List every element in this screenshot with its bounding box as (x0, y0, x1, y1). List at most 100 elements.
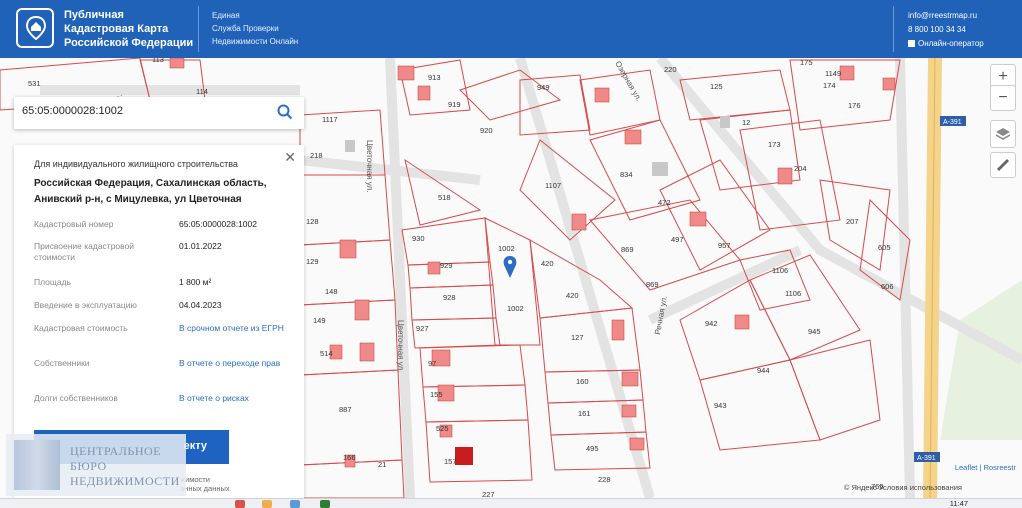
svg-text:944: 944 (757, 366, 770, 375)
svg-text:869: 869 (646, 280, 659, 289)
svg-text:148: 148 (325, 287, 338, 296)
svg-text:114: 114 (196, 87, 208, 96)
layers-icon (995, 128, 1011, 140)
watermark-logo: ЦЕНТРАЛЬНОЕ БЮРО НЕДВИЖИМОСТИ (6, 434, 186, 496)
app-icon[interactable] (235, 500, 245, 508)
svg-text:127: 127 (571, 333, 584, 342)
attribution-text[interactable]: Leaflet | Rosreestr (955, 463, 1016, 472)
svg-text:Цветочная ул.: Цветочная ул. (365, 140, 374, 192)
svg-text:420: 420 (541, 259, 554, 268)
svg-text:945: 945 (808, 327, 821, 336)
svg-text:218: 218 (310, 151, 323, 160)
svg-text:129: 129 (306, 257, 319, 266)
parcel-address: Российская Федерация, Сахалинская област… (34, 178, 267, 205)
footnote-line: жимости (180, 475, 210, 484)
svg-text:207: 207 (846, 217, 859, 226)
svg-text:149: 149 (313, 316, 326, 325)
egrn-report-link[interactable]: В срочном отчете из ЕГРН (179, 323, 299, 334)
ruler-button[interactable] (990, 152, 1016, 178)
email-link[interactable]: info@rreestrmap.ru (908, 9, 984, 23)
svg-text:1106: 1106 (785, 289, 801, 298)
logo-icon[interactable] (16, 8, 54, 48)
svg-text:Озерная ул.: Озерная ул. (613, 60, 643, 103)
service-title: Единая Служба Проверки Недвижимости Онла… (212, 9, 298, 48)
app-icon[interactable] (320, 500, 330, 508)
svg-text:204: 204 (794, 164, 807, 173)
svg-text:887: 887 (339, 405, 352, 414)
svg-text:495: 495 (586, 444, 599, 453)
svg-text:155: 155 (430, 390, 443, 399)
svg-text:157: 157 (444, 457, 457, 466)
svg-text:472: 472 (658, 198, 671, 207)
svg-text:1106: 1106 (772, 266, 788, 275)
svg-text:514: 514 (320, 349, 333, 358)
ruler-icon (996, 158, 1010, 172)
svg-text:97: 97 (428, 359, 436, 368)
svg-text:Цветочная ул.: Цветочная ул. (396, 320, 405, 372)
svg-text:1149: 1149 (825, 69, 841, 78)
svg-text:928: 928 (443, 293, 456, 302)
svg-text:227: 227 (482, 490, 495, 498)
footnote-line: анных данных (180, 484, 230, 493)
svg-text:228: 228 (598, 475, 611, 484)
brand-line: Кадастровая Карта (64, 23, 169, 35)
svg-text:173: 173 (768, 140, 781, 149)
svg-text:919: 919 (448, 100, 461, 109)
building-icon (14, 440, 60, 490)
svg-text:176: 176 (848, 101, 861, 110)
location-marker-icon[interactable] (503, 256, 517, 278)
risk-report-link[interactable]: В отчете о рисках (179, 393, 299, 404)
row-value: 1 800 м² (179, 277, 212, 287)
phone-link[interactable]: 8 800 100 34 34 (908, 23, 984, 37)
layers-button[interactable] (990, 120, 1016, 148)
svg-text:1107: 1107 (545, 181, 561, 190)
svg-text:942: 942 (705, 319, 718, 328)
svg-text:21: 21 (378, 460, 386, 469)
browser-icon[interactable] (290, 500, 300, 508)
svg-text:605: 605 (878, 243, 891, 252)
close-icon[interactable]: ✕ (284, 149, 296, 166)
online-operator-link[interactable]: Онлайн-оператор (908, 37, 984, 51)
site-header: Публичная Кадастровая Карта Российской Ф… (0, 0, 1022, 58)
service-line: Единая (212, 11, 240, 20)
watermark-line: БЮРО (70, 459, 107, 473)
map-attribution[interactable]: Leaflet | Rosreestr (955, 463, 1016, 472)
svg-text:943: 943 (714, 401, 727, 410)
svg-text:125: 125 (710, 82, 723, 91)
parcel-purpose: Для индивидуального жилищного строительс… (34, 159, 238, 169)
svg-text:А-391: А-391 (943, 119, 962, 126)
row-label: Кадастровый номер (34, 219, 114, 229)
svg-text:1002: 1002 (498, 244, 515, 253)
svg-text:606: 606 (881, 282, 894, 291)
brand-line: Российской Федерации (64, 37, 194, 49)
svg-text:113: 113 (152, 58, 164, 64)
row-label: Введение в эксплуатацию (34, 300, 137, 310)
svg-text:957: 957 (718, 241, 731, 250)
footnote: жимости анных данных (180, 475, 230, 493)
row-label: Площадь (34, 277, 72, 287)
clock[interactable]: 11:47 (950, 499, 968, 508)
zoom-out-button[interactable]: − (990, 85, 1016, 111)
cadastral-search-input[interactable] (22, 105, 272, 117)
yandex-attribution[interactable]: © Яндекс Условия использования (844, 483, 962, 492)
brand-title[interactable]: Публичная Кадастровая Карта Российской Ф… (64, 8, 194, 50)
svg-text:930: 930 (412, 234, 425, 243)
header-divider (198, 6, 199, 52)
service-line: Служба Проверки (212, 24, 279, 33)
svg-text:497: 497 (671, 235, 684, 244)
service-line: Недвижимости Онлайн (212, 37, 299, 46)
folder-icon[interactable] (262, 500, 272, 508)
chat-icon (908, 40, 915, 47)
rights-report-link[interactable]: В отчете о переходе прав (179, 358, 299, 369)
svg-text:913: 913 (428, 73, 441, 82)
row-value: 04.04.2023 (179, 300, 222, 310)
row-label: Присвоение кадастровой стоимости (34, 241, 135, 262)
search-icon[interactable] (277, 104, 293, 120)
svg-text:927: 927 (416, 324, 429, 333)
svg-text:128: 128 (306, 217, 319, 226)
svg-text:525: 525 (436, 424, 449, 433)
operator-label: Онлайн-оператор (918, 39, 984, 48)
search-bar[interactable] (14, 97, 304, 129)
watermark-line: ЦЕНТРАЛЬНОЕ (70, 444, 161, 458)
row-value: 65:05:0000028:1002 (179, 219, 257, 229)
